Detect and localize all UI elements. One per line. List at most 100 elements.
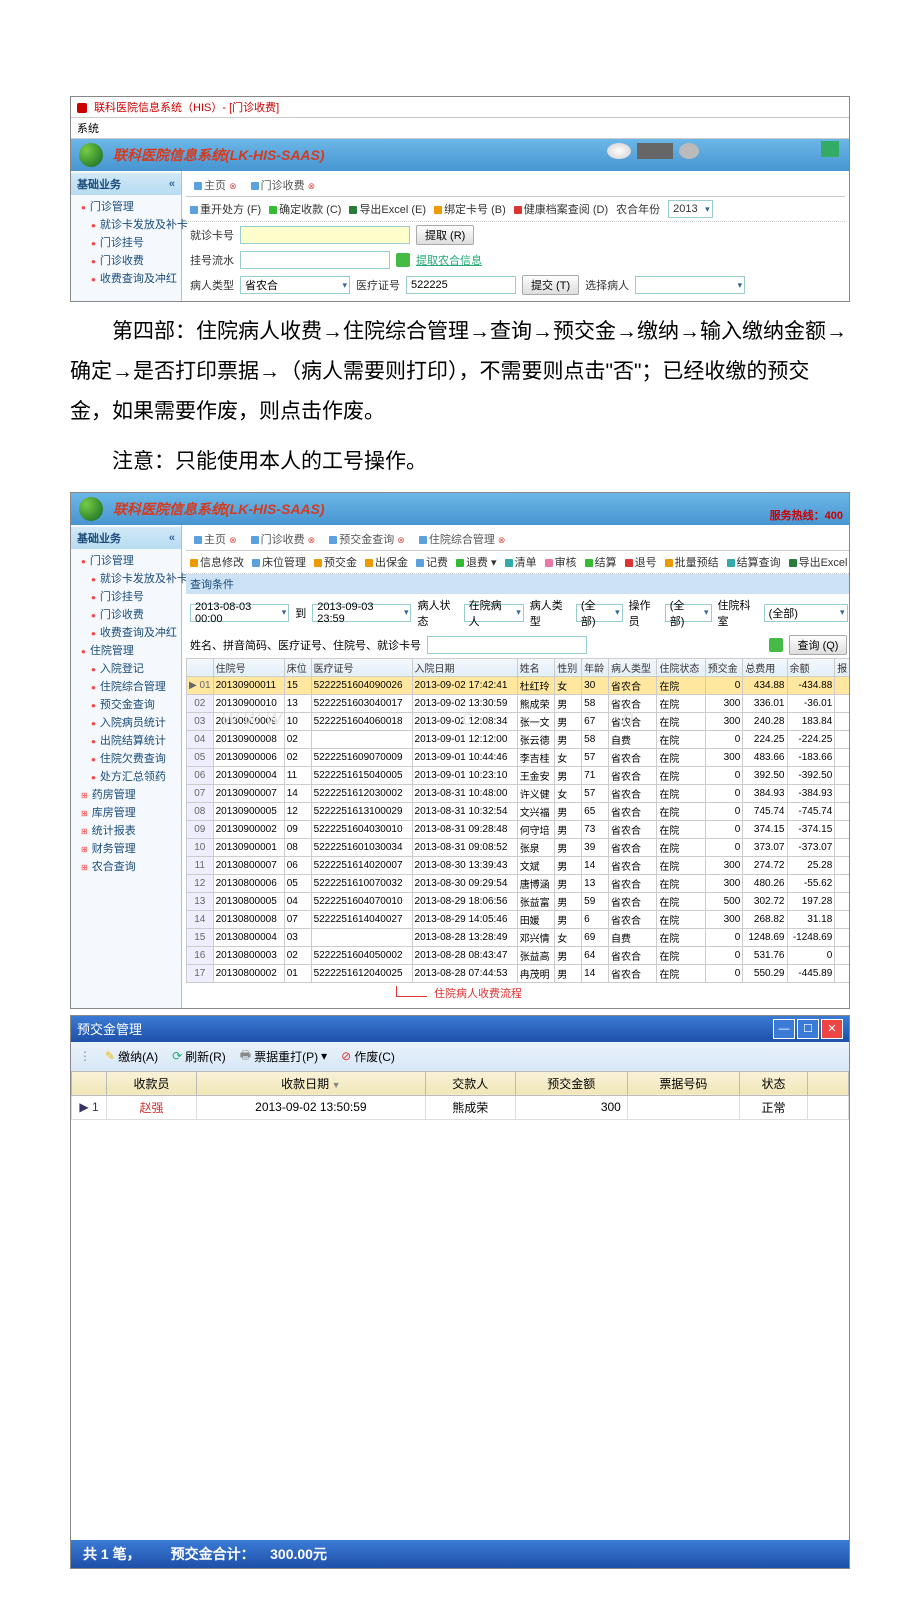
- col-header[interactable]: 年龄: [582, 658, 609, 676]
- tab-fee[interactable]: 门诊收费 ⊗: [247, 176, 320, 194]
- table-row[interactable]: 07201309000071452222516120300022013-08-3…: [187, 784, 851, 802]
- minimize-button[interactable]: —: [773, 1019, 795, 1039]
- void-button[interactable]: ⊘作废(C): [341, 1048, 395, 1065]
- health-file-button[interactable]: 健康档案查阅 (D): [514, 201, 608, 217]
- col-header[interactable]: 总费用: [743, 658, 787, 676]
- table-row[interactable]: 08201309000051252222516131000292013-08-3…: [187, 802, 851, 820]
- table-row[interactable]: 06201309000041152222516150400052013-09-0…: [187, 766, 851, 784]
- menubar[interactable]: 系统: [71, 117, 849, 139]
- charge-button[interactable]: 记费: [416, 554, 448, 570]
- table-row[interactable]: 02201309000101352222516030400172013-09-0…: [187, 694, 851, 712]
- table-row[interactable]: ▶ 1 赵强 2013-09-02 13:50:59 熊成荣 300 正常: [72, 1095, 849, 1119]
- deposit-button[interactable]: 预交金: [314, 554, 357, 570]
- tree-finance[interactable]: 财务管理: [77, 839, 181, 857]
- tree-outpatient[interactable]: 门诊管理: [77, 197, 181, 215]
- tab-home[interactable]: 主页 ⊗: [190, 530, 241, 548]
- col-header[interactable]: 床位: [284, 658, 311, 676]
- col-header[interactable]: 姓名: [517, 658, 555, 676]
- table-row[interactable]: 0420130900008022013-09-01 12:12:00张云德男58…: [187, 730, 851, 748]
- tab-yj[interactable]: 预交金查询 ⊗: [325, 530, 409, 548]
- guarantee-button[interactable]: 出保金: [365, 554, 408, 570]
- tree-query[interactable]: 收费查询及冲红: [77, 269, 181, 287]
- col-header[interactable]: 预交金: [705, 658, 743, 676]
- confirm-pay-button[interactable]: 确定收款 (C): [269, 201, 341, 217]
- bind-card-button[interactable]: 绑定卡号 (B): [434, 201, 506, 217]
- table-row[interactable]: 09201309000020952222516040300102013-08-3…: [187, 820, 851, 838]
- op-select[interactable]: (全部): [665, 604, 712, 622]
- deposit-grid[interactable]: 收款员 收款日期 交款人 预交金额 票据号码 状态 ▶ 1 赵强 2013-09…: [71, 1071, 849, 1120]
- settle-button[interactable]: 结算: [585, 554, 617, 570]
- tree-item[interactable]: 入院病员统计: [77, 713, 181, 731]
- patient-select[interactable]: [635, 276, 745, 294]
- table-row[interactable]: ▶ 01201309000111552222516040900262013-09…: [187, 676, 851, 694]
- refresh-button[interactable]: ⟳刷新(R): [172, 1048, 226, 1065]
- reprint-button[interactable]: 🖶票据重打(P) ▾: [240, 1046, 327, 1067]
- tree-item[interactable]: 入院登记: [77, 659, 181, 677]
- col-header[interactable]: [187, 658, 214, 676]
- list-button[interactable]: 清单: [505, 554, 537, 570]
- tab-zh[interactable]: 住院综合管理 ⊗: [415, 530, 510, 548]
- sidebar-heading[interactable]: 基础业务«: [71, 527, 181, 549]
- query-button[interactable]: 查询 (Q): [789, 635, 848, 655]
- col-header[interactable]: 余额: [787, 658, 835, 676]
- export-excel-button[interactable]: 导出Excel (E): [349, 201, 426, 217]
- tree-card[interactable]: 就诊卡发放及补卡: [77, 215, 181, 233]
- ptype-select[interactable]: 省农合: [240, 276, 350, 294]
- tree-item[interactable]: 处方汇总领药: [77, 767, 181, 785]
- date-to[interactable]: 2013-09-03 23:59: [312, 604, 411, 622]
- patient-grid[interactable]: 住院号床位医疗证号入院日期姓名性别年龄病人类型住院状态预交金总费用余额报 ▶ 0…: [186, 658, 850, 983]
- col-header[interactable]: 病人类型: [609, 658, 657, 676]
- tree-inpatient[interactable]: 住院管理: [77, 641, 181, 659]
- pay-button[interactable]: ✎缴纳(A): [105, 1048, 158, 1065]
- col-header[interactable]: 性别: [555, 658, 582, 676]
- table-row[interactable]: 11201308000070652222516140200072013-08-3…: [187, 856, 851, 874]
- reopen-rx-button[interactable]: 重开处方 (F): [190, 201, 261, 217]
- table-row[interactable]: 14201308000080752222516140400272013-08-2…: [187, 910, 851, 928]
- col-cashier[interactable]: 收款员: [107, 1071, 197, 1095]
- tree-item[interactable]: 住院综合管理: [77, 677, 181, 695]
- tree-item[interactable]: 出院结算统计: [77, 731, 181, 749]
- search-input[interactable]: [427, 636, 587, 654]
- maximize-button[interactable]: ☐: [797, 1019, 819, 1039]
- submit-button[interactable]: 提交 (T): [522, 275, 579, 295]
- tree-item[interactable]: 住院欠费查询: [77, 749, 181, 767]
- lookup-icon[interactable]: [396, 253, 410, 267]
- recal-button[interactable]: 结算查询: [727, 554, 781, 570]
- card-input[interactable]: [240, 226, 410, 244]
- get-button[interactable]: 提取 (R): [416, 225, 474, 245]
- tree-item[interactable]: 就诊卡发放及补卡: [77, 569, 181, 587]
- farm-link[interactable]: 提取农合信息: [416, 252, 482, 268]
- tree-report[interactable]: 统计报表: [77, 821, 181, 839]
- logout-button[interactable]: 退号: [625, 554, 657, 570]
- table-row[interactable]: 10201309000010852222516010300342013-08-3…: [187, 838, 851, 856]
- collapse-icon[interactable]: «: [169, 178, 175, 190]
- menu-system[interactable]: 系统: [77, 123, 99, 135]
- col-header[interactable]: 报: [835, 658, 850, 676]
- export-button[interactable]: 导出Excel: [789, 554, 848, 570]
- table-row[interactable]: 17201308000020152222516120400252013-08-2…: [187, 964, 851, 982]
- refresh-icon[interactable]: [769, 638, 783, 652]
- bed-button[interactable]: 床位管理: [252, 554, 306, 570]
- col-header[interactable]: 入院日期: [412, 658, 517, 676]
- close-icon[interactable]: ⊗: [229, 181, 237, 191]
- audit-button[interactable]: 审核: [545, 554, 577, 570]
- table-row[interactable]: 1520130800004032013-08-28 13:28:49邓兴情女69…: [187, 928, 851, 946]
- status-select[interactable]: 在院病人: [464, 604, 524, 622]
- sidebar-heading[interactable]: 基础业务 «: [71, 173, 181, 195]
- tree-register[interactable]: 门诊挂号: [77, 233, 181, 251]
- col-header[interactable]: 医疗证号: [311, 658, 412, 676]
- cert-input[interactable]: [406, 276, 516, 294]
- close-icon[interactable]: ⊗: [308, 181, 316, 191]
- edit-button[interactable]: 信息修改: [190, 554, 244, 570]
- close-button[interactable]: ✕: [821, 1019, 843, 1039]
- table-row[interactable]: 03201309000091052222516040600182013-09-0…: [187, 712, 851, 730]
- col-header[interactable]: 住院状态: [657, 658, 705, 676]
- tab-mz[interactable]: 门诊收费 ⊗: [247, 530, 320, 548]
- tree-item[interactable]: 预交金查询: [77, 695, 181, 713]
- refund-button[interactable]: 退费 ▾: [456, 554, 497, 570]
- col-payer[interactable]: 交款人: [425, 1071, 515, 1095]
- col-status[interactable]: 状态: [739, 1071, 807, 1095]
- tab-home[interactable]: 主页 ⊗: [190, 176, 241, 194]
- tree-outpatient[interactable]: 门诊管理: [77, 551, 181, 569]
- table-row[interactable]: 05201309000060252222516090700092013-09-0…: [187, 748, 851, 766]
